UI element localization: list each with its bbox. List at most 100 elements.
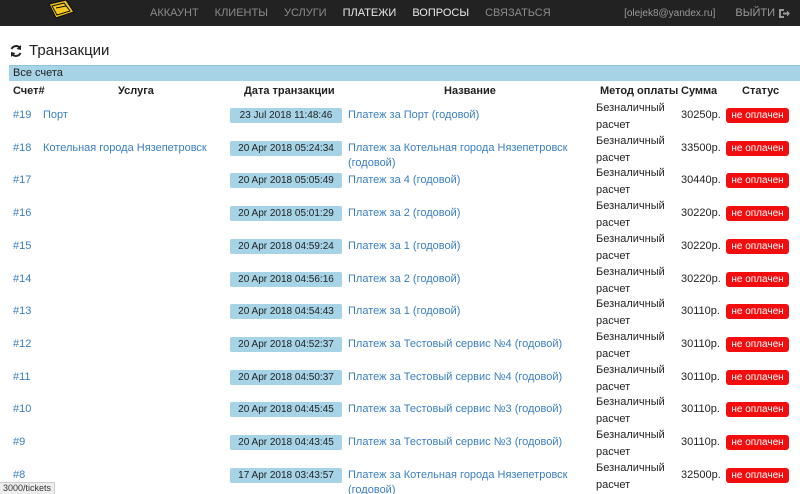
header-service: Услуга — [118, 85, 154, 97]
payment-name-link[interactable]: Платеж за Котельная города Нязепетровск … — [348, 468, 588, 494]
table-row: #17 20 Apr 2018 05:05:49 Платеж за 4 (годо… — [0, 165, 800, 198]
payment-method: Безналичный расчет — [596, 167, 665, 196]
service-link[interactable]: Порт — [43, 109, 68, 121]
status-badge: не оплачен — [726, 272, 789, 287]
invoice-link[interactable]: #14 — [13, 273, 31, 285]
status-badge: не оплачен — [726, 206, 789, 221]
payment-name-link[interactable]: Платеж за 1 (годовой) — [348, 304, 588, 319]
payment-sum: 30110р. — [681, 371, 720, 383]
status-badge: не оплачен — [726, 108, 789, 123]
status-badge: не оплачен — [726, 239, 789, 254]
payment-sum: 30110р. — [681, 436, 720, 448]
date-badge: 20 Apr 2018 04:59:24 — [230, 239, 342, 254]
page-title-text: Транзакции — [29, 42, 110, 59]
date-badge: 20 Apr 2018 04:45:45 — [230, 402, 342, 417]
header-method: Метод оплаты — [600, 85, 679, 97]
payment-method: Безналичный расчет — [596, 135, 665, 164]
invoice-link[interactable]: #12 — [13, 338, 31, 350]
status-badge: не оплачен — [726, 141, 789, 156]
header-date: Дата транзакции — [244, 85, 335, 97]
logout-label: ВЫЙТИ — [735, 7, 775, 19]
payment-sum: 30110р. — [681, 305, 720, 317]
payment-sum: 33500р. — [681, 142, 721, 154]
table-row: #13 20 Apr 2018 04:54:43 Платеж за 1 (годо… — [0, 296, 800, 329]
header-invoice: Счет# — [13, 85, 45, 97]
service-link[interactable]: Котельная города Нязепетровск — [43, 142, 207, 154]
invoice-link[interactable]: #19 — [13, 109, 31, 121]
payment-method: Безналичный расчет — [596, 364, 665, 393]
payment-method: Безналичный расчет — [596, 396, 665, 425]
payment-method: Безналичный расчет — [596, 102, 665, 131]
payment-name-link[interactable]: Платеж за Тестовый сервис №4 (годовой) — [348, 337, 588, 352]
logout-button[interactable]: ВЫЙТИ — [735, 7, 790, 19]
payment-name-link[interactable]: Платеж за 4 (годовой) — [348, 173, 588, 188]
status-badge: не оплачен — [726, 337, 789, 352]
invoice-link[interactable]: #10 — [13, 403, 31, 415]
payment-sum: 30110р. — [681, 338, 720, 350]
payment-name-link[interactable]: Платеж за Тестовый сервис №4 (годовой) — [348, 370, 588, 385]
table-row: #14 20 Apr 2018 04:56:16 Платеж за 2 (годо… — [0, 264, 800, 297]
payment-method: Безналичный расчет — [596, 429, 665, 458]
date-badge: 20 Apr 2018 04:52:37 — [230, 337, 342, 352]
table-header: Счет# Услуга Дата транзакции Название Ме… — [0, 84, 800, 100]
panel-header: Все счета — [9, 65, 800, 81]
payment-method: Безналичный расчет — [596, 233, 665, 262]
table-row: #11 20 Apr 2018 04:50:37 Платеж за Тестовы… — [0, 362, 800, 395]
status-badge: не оплачен — [726, 402, 789, 417]
invoice-link[interactable]: #8 — [13, 469, 25, 481]
status-badge: не оплачен — [726, 468, 789, 483]
payment-sum: 30220р. — [681, 207, 721, 219]
payment-sum: 30440р. — [681, 174, 721, 186]
header-sum: Сумма — [681, 85, 718, 97]
nav-right: [olejek8@yandex.ru] ВЫЙТИ — [624, 0, 790, 26]
main-nav: АККАУНТ КЛИЕНТЫ УСЛУГИ ПЛАТЕЖИ ВОПРОСЫ С… — [150, 0, 567, 26]
date-badge: 20 Apr 2018 05:01:29 — [230, 206, 342, 221]
table-row: #19 Порт 23 Jul 2018 11:48:46 Платеж за Пор… — [0, 100, 800, 133]
logout-icon — [779, 8, 790, 18]
date-badge: 23 Jul 2018 11:48:46 — [230, 108, 342, 123]
panel-title: Все счета — [13, 67, 63, 79]
table-row: #9 20 Apr 2018 04:43:45 Платеж за Тестовый… — [0, 427, 800, 460]
payment-method: Безналичный расчет — [596, 298, 665, 327]
date-badge: 20 Apr 2018 04:56:16 — [230, 272, 342, 287]
date-badge: 20 Apr 2018 04:50:37 — [230, 370, 342, 385]
table-row: #16 20 Apr 2018 05:01:29 Платеж за 2 (годо… — [0, 198, 800, 231]
date-badge: 20 Apr 2018 05:24:34 — [230, 141, 342, 156]
invoice-link[interactable]: #16 — [13, 207, 31, 219]
logo-icon[interactable] — [46, 0, 76, 20]
nav-clients[interactable]: КЛИЕНТЫ — [215, 7, 268, 19]
status-badge: не оплачен — [726, 435, 789, 450]
invoice-link[interactable]: #15 — [13, 240, 31, 252]
invoice-link[interactable]: #18 — [13, 142, 31, 154]
invoice-link[interactable]: #17 — [13, 174, 31, 186]
table-row: #8 17 Apr 2018 03:43:57 Платеж за Котельна… — [0, 460, 800, 494]
payment-sum: 30110р. — [681, 403, 720, 415]
date-badge: 17 Apr 2018 03:43:57 — [230, 468, 342, 483]
payment-name-link[interactable]: Платеж за 2 (годовой) — [348, 272, 588, 287]
date-badge: 20 Apr 2018 04:43:45 — [230, 435, 342, 450]
nav-questions[interactable]: ВОПРОСЫ — [412, 7, 469, 19]
invoice-link[interactable]: #11 — [13, 371, 31, 383]
nav-payments[interactable]: ПЛАТЕЖИ — [343, 7, 397, 19]
nav-contact[interactable]: СВЯЗАТЬСЯ — [485, 7, 551, 19]
table-row: #12 20 Apr 2018 04:52:37 Платеж за Тестовы… — [0, 329, 800, 362]
user-email[interactable]: [olejek8@yandex.ru] — [624, 8, 715, 19]
payment-name-link[interactable]: Платеж за Тестовый сервис №3 (годовой) — [348, 402, 588, 417]
payment-method: Безналичный расчет — [596, 200, 665, 229]
invoice-link[interactable]: #13 — [13, 305, 31, 317]
payment-sum: 30220р. — [681, 273, 721, 285]
payment-name-link[interactable]: Платеж за 1 (годовой) — [348, 239, 588, 254]
refresh-icon — [10, 44, 22, 57]
table-row: #15 20 Apr 2018 04:59:24 Платеж за 1 (годо… — [0, 231, 800, 264]
payment-name-link[interactable]: Платеж за Порт (годовой) — [348, 108, 588, 123]
nav-account[interactable]: АККАУНТ — [150, 7, 199, 19]
nav-services[interactable]: УСЛУГИ — [284, 7, 327, 19]
payment-name-link[interactable]: Платеж за Тестовый сервис №3 (годовой) — [348, 435, 588, 450]
status-badge: не оплачен — [726, 370, 789, 385]
invoice-link[interactable]: #9 — [13, 436, 25, 448]
table-row: #10 20 Apr 2018 04:45:45 Платеж за Тестовы… — [0, 394, 800, 427]
date-badge: 20 Apr 2018 04:54:43 — [230, 304, 342, 319]
payment-name-link[interactable]: Платеж за 2 (годовой) — [348, 206, 588, 221]
payment-sum: 32500р. — [681, 469, 721, 481]
date-badge: 20 Apr 2018 05:05:49 — [230, 173, 342, 188]
